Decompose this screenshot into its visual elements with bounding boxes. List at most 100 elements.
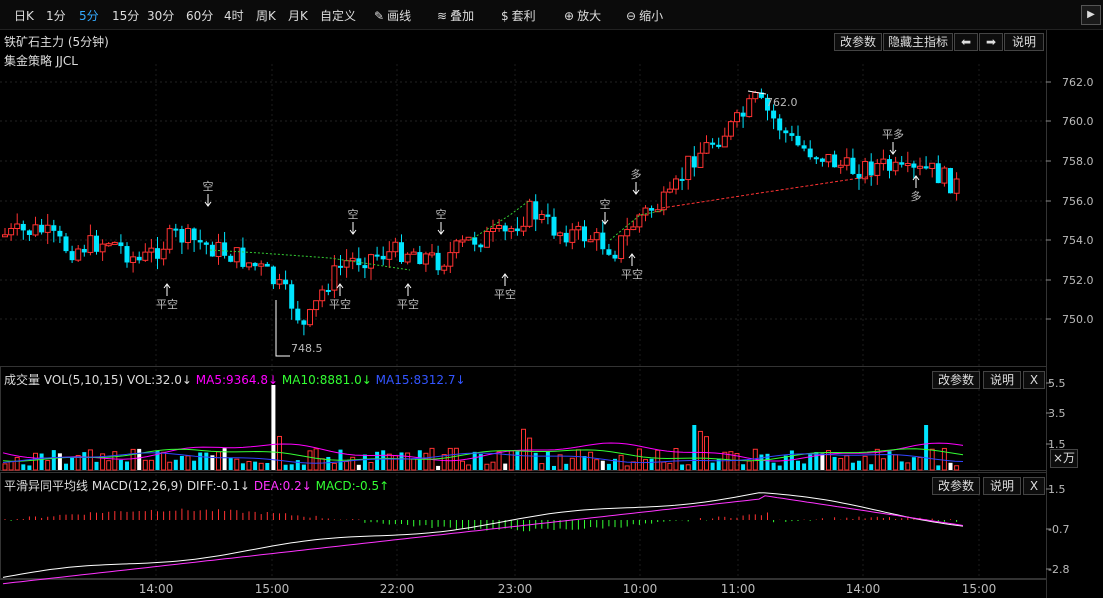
candle-body (459, 239, 466, 243)
volume-bar (741, 464, 746, 470)
prev-indicator-button[interactable]: ⬅ (954, 33, 978, 51)
main-help-button[interactable]: 说明 (1004, 33, 1044, 51)
volume-bar (289, 464, 294, 470)
volume-bar (948, 462, 953, 470)
candle-body (215, 241, 222, 257)
volume-bar (112, 451, 118, 471)
candle-body (124, 246, 130, 263)
volume-bar (246, 460, 252, 471)
candle-body (173, 228, 179, 231)
candle-body (666, 188, 673, 193)
candle-body (697, 152, 704, 168)
close-icon: X (1029, 373, 1039, 387)
candle-body (483, 230, 490, 248)
candle-body (618, 235, 625, 260)
volume-help-button[interactable]: 说明 (983, 371, 1021, 389)
volume-bar (472, 451, 477, 470)
volume-bar (569, 457, 575, 471)
time-axis-label: 11:00 (721, 582, 756, 596)
volume-bar (899, 461, 904, 470)
volume-bar (826, 450, 831, 471)
volume-bar (661, 461, 667, 471)
volume-bar (929, 448, 935, 471)
candle-body (551, 216, 557, 236)
volume-bar (375, 451, 380, 470)
volume-bar (777, 465, 782, 470)
candle-body (813, 157, 819, 160)
volume-bar (746, 460, 752, 471)
candle-body (111, 241, 118, 245)
candle-body (520, 225, 527, 232)
candle-body (32, 224, 39, 236)
volume-bar (765, 453, 770, 470)
high-price-label: 762.0 (766, 96, 798, 109)
macd-params-button[interactable]: 改参数 (932, 477, 980, 495)
candle-body (843, 157, 850, 166)
volume-bar (630, 461, 636, 471)
volume-bar (106, 460, 112, 471)
volume-bar (161, 451, 167, 471)
candle-body (795, 135, 801, 146)
volume-bar (82, 452, 87, 470)
trade-signal-label: 平空 (329, 297, 351, 311)
macd-help-button[interactable]: 说明 (983, 477, 1021, 495)
candle-body (526, 200, 533, 227)
volume-bar (697, 430, 703, 471)
volume-bar (838, 457, 844, 471)
volume-bar (204, 452, 209, 470)
candle-body (819, 158, 825, 162)
volume-bar (381, 450, 386, 470)
candle-body (386, 251, 393, 260)
volume-bar (405, 452, 411, 471)
volume-bar (368, 462, 374, 471)
candle-body (99, 243, 106, 253)
candle-body (87, 235, 94, 253)
volume-bar (515, 451, 520, 470)
candle-body (331, 265, 338, 291)
volume-bar (21, 464, 26, 470)
main-params-button[interactable]: 改参数 (834, 33, 882, 51)
volume-bar (350, 456, 356, 471)
hide-main-indicator-button[interactable]: 隐藏主指标 (883, 33, 953, 51)
volume-bar (814, 452, 819, 470)
next-indicator-button[interactable]: ➡ (979, 33, 1003, 51)
volume-bar (283, 464, 288, 470)
volume-bar (490, 461, 496, 471)
volume-bar (667, 462, 673, 471)
trade-signal-label: 平空 (156, 297, 178, 311)
volume-close-button[interactable]: X (1023, 371, 1045, 389)
price-axis-label: 750.0 (1062, 313, 1094, 326)
candle-body (39, 224, 45, 233)
macd-close-button[interactable]: X (1023, 477, 1045, 495)
trade-signal-label: 空 (436, 207, 447, 221)
candle-body (746, 98, 753, 118)
candle-body (685, 155, 692, 181)
candle-body (246, 262, 252, 268)
trade-signal-label: 平空 (397, 297, 419, 311)
candle-body (941, 167, 948, 184)
candle-body (874, 163, 881, 176)
candle-body (191, 228, 197, 241)
chart-canvas[interactable]: 762.0 760.0 758.0 756.0 754.0 752.0 750.0 14:00… (0, 0, 1103, 598)
candle-body (14, 223, 21, 229)
candle-body (155, 248, 160, 259)
volume-bar (258, 462, 264, 471)
candle-body (917, 165, 923, 169)
volume-bar (295, 460, 300, 470)
volume-params-button[interactable]: 改参数 (932, 371, 980, 389)
candle-body (569, 229, 576, 243)
candle-body (606, 249, 612, 255)
volume-bar (466, 464, 472, 471)
volume-bar (130, 448, 136, 471)
volume-bar (216, 451, 221, 471)
volume-bar (356, 464, 361, 470)
candle-body (911, 163, 917, 168)
volume-bar (277, 435, 282, 471)
volume-bar (820, 453, 825, 470)
volume-bar (64, 463, 68, 470)
volume-bar (588, 451, 594, 471)
volume-bar (307, 450, 313, 471)
volume-bar (167, 461, 173, 471)
volume-bar (759, 454, 764, 470)
candle-body (368, 254, 374, 269)
